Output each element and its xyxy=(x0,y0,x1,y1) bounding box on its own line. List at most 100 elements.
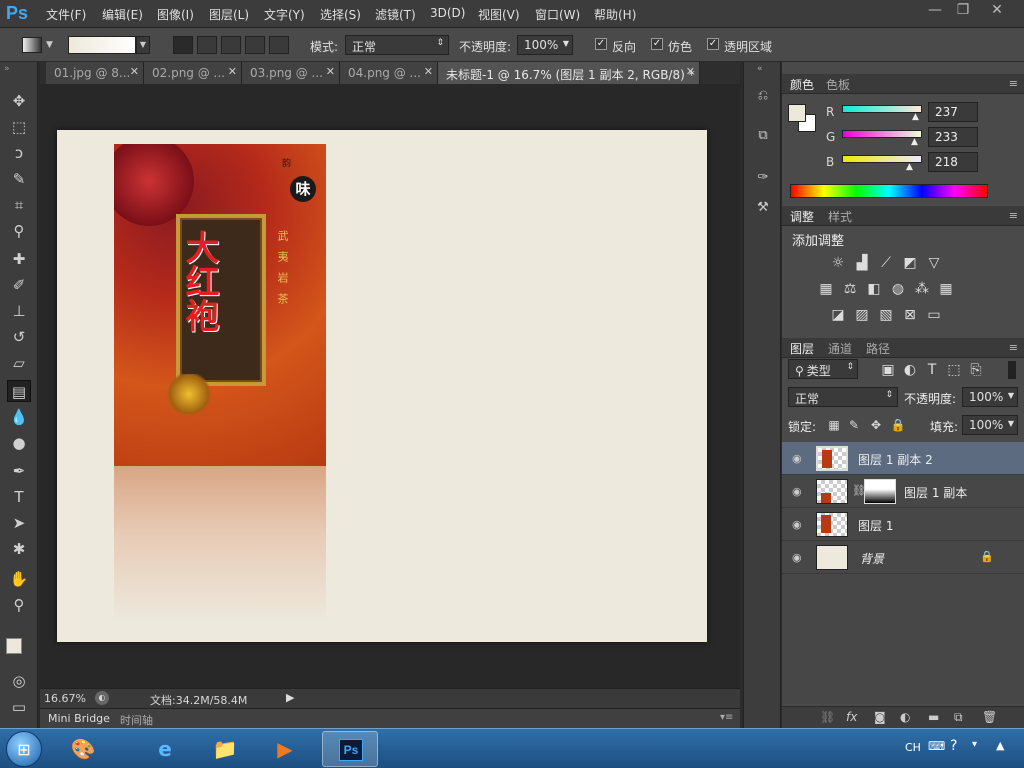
smart-object-filter-icon[interactable]: ⎘ xyxy=(966,361,986,379)
posterize-icon[interactable]: ▨ xyxy=(852,306,872,324)
layer-name[interactable]: 图层 1 xyxy=(858,517,893,534)
eye-icon[interactable]: ◉ xyxy=(792,452,802,465)
tab-mini-bridge[interactable]: Mini Bridge xyxy=(48,712,110,725)
menu-window[interactable]: 窗口(W) xyxy=(535,6,580,23)
type-tool-icon[interactable]: T xyxy=(7,486,31,508)
pen-tool-icon[interactable]: ✒ xyxy=(7,460,31,482)
r-slider-handle-icon[interactable]: ▲ xyxy=(912,112,919,122)
brightness-icon[interactable]: ☼ xyxy=(828,254,848,272)
layer-name[interactable]: 图层 1 副本 xyxy=(904,484,967,501)
tab-swatches[interactable]: 色板 xyxy=(826,76,850,93)
lock-pixels-icon[interactable]: ✎ xyxy=(844,416,864,434)
opacity-input[interactable]: 100% ▼ xyxy=(517,35,573,55)
menu-type[interactable]: 文字(Y) xyxy=(264,6,305,23)
radial-gradient-button[interactable] xyxy=(197,36,217,54)
tab-01[interactable]: 01.jpg @ 8... ✕ xyxy=(46,62,144,84)
linear-gradient-button[interactable] xyxy=(173,36,193,54)
status-info-icon[interactable]: ◐ xyxy=(95,691,109,705)
collapse-icon[interactable]: « xyxy=(757,64,763,74)
gradient-map-icon[interactable]: ⊠ xyxy=(900,306,920,324)
filter-toggle[interactable] xyxy=(1008,361,1016,379)
layer-row-copy[interactable]: ◉ ⛓ 图层 1 副本 xyxy=(782,475,1024,508)
tab-02[interactable]: 02.png @ ... ✕ xyxy=(144,62,242,84)
tab-04[interactable]: 04.png @ ... ✕ xyxy=(340,62,438,84)
lock-transparent-icon[interactable]: ▦ xyxy=(824,416,844,434)
menu-file[interactable]: 文件(F) xyxy=(46,6,86,23)
document-canvas[interactable]: 大红袍 武夷岩茶 味 韵 xyxy=(57,130,707,642)
tab-channels[interactable]: 通道 xyxy=(828,340,852,357)
layer-name[interactable]: 图层 1 副本 2 xyxy=(858,451,933,468)
lasso-tool-icon[interactable]: ↄ xyxy=(7,142,31,164)
menu-select[interactable]: 选择(S) xyxy=(320,6,361,23)
foreground-color-swatch[interactable] xyxy=(788,104,806,122)
adjustment-filter-icon[interactable]: ◐ xyxy=(900,361,920,379)
reflected-gradient-button[interactable] xyxy=(245,36,265,54)
foreground-color-swatch[interactable] xyxy=(6,638,22,654)
tray-arrow-icon[interactable]: ▾ xyxy=(972,739,977,750)
collapse-icon[interactable]: » xyxy=(4,64,10,74)
hand-tool-icon[interactable]: ✋ xyxy=(7,568,31,590)
eraser-tool-icon[interactable]: ▱ xyxy=(7,352,31,374)
menu-image[interactable]: 图像(I) xyxy=(157,6,194,23)
menu-help[interactable]: 帮助(H) xyxy=(594,6,636,23)
taskbar-photoshop-button[interactable]: Ps xyxy=(322,731,378,767)
media-player-icon[interactable]: ▶ xyxy=(260,733,310,765)
menu-3d[interactable]: 3D(D) xyxy=(430,6,465,20)
tool-preset-icon[interactable]: ⚒ xyxy=(753,200,773,220)
marquee-tool-icon[interactable]: ⬚ xyxy=(7,116,31,138)
internet-explorer-icon[interactable]: e xyxy=(140,733,190,765)
folder-icon[interactable]: 📁 xyxy=(200,733,250,765)
history-icon[interactable]: ⎌ xyxy=(753,88,773,108)
screen-mode-icon[interactable]: ▭ xyxy=(7,696,31,718)
tab-timeline[interactable]: 时间轴 xyxy=(120,712,153,728)
b-slider-handle-icon[interactable]: ▲ xyxy=(906,162,913,172)
close-icon[interactable]: ✕ xyxy=(686,65,695,78)
reverse-checkbox[interactable]: ✓ xyxy=(595,38,607,50)
lock-position-icon[interactable]: ✥ xyxy=(866,416,886,434)
tab-styles[interactable]: 样式 xyxy=(828,208,852,225)
eye-icon[interactable]: ◉ xyxy=(792,551,802,564)
panel-menu-icon[interactable]: ≡ xyxy=(1009,209,1018,222)
brush-tool-icon[interactable]: ✐ xyxy=(7,274,31,296)
gradient-picker[interactable] xyxy=(68,36,136,54)
pixel-filter-icon[interactable]: ▣ xyxy=(878,361,898,379)
layer-name[interactable]: 背景 xyxy=(860,550,884,567)
panel-menu-icon[interactable]: ▾≡ xyxy=(720,712,733,723)
panel-menu-icon[interactable]: ≡ xyxy=(1009,77,1018,90)
move-tool-icon[interactable]: ✥ xyxy=(7,90,31,112)
help-icon[interactable]: ? xyxy=(950,738,957,754)
layer-opacity-input[interactable]: 100% ▼ xyxy=(962,387,1018,407)
tab-layers[interactable]: 图层 xyxy=(790,340,814,357)
eye-icon[interactable]: ◉ xyxy=(792,518,802,531)
g-input[interactable]: 233 xyxy=(928,127,978,147)
g-slider-handle-icon[interactable]: ▲ xyxy=(911,137,918,147)
shape-tool-icon[interactable]: ✱ xyxy=(7,538,31,560)
close-icon[interactable]: ✕ xyxy=(130,65,139,78)
tab-03[interactable]: 03.png @ ... ✕ xyxy=(242,62,340,84)
quick-mask-icon[interactable]: ◎ xyxy=(7,670,31,692)
menu-edit[interactable]: 编辑(E) xyxy=(102,6,143,23)
color-ramp[interactable] xyxy=(790,184,988,198)
zoom-tool-icon[interactable]: ⚲ xyxy=(7,594,31,616)
close-icon[interactable]: ✕ xyxy=(228,65,237,78)
start-button-icon[interactable]: ⊞ xyxy=(6,731,42,767)
tab-color[interactable]: 颜色 xyxy=(790,76,814,93)
transparency-checkbox[interactable]: ✓ xyxy=(707,38,719,50)
panel-menu-icon[interactable]: ≡ xyxy=(1009,341,1018,354)
trash-icon[interactable]: 🗑 xyxy=(982,710,997,724)
language-indicator[interactable]: CH xyxy=(905,741,921,754)
layer-filter-select[interactable]: ⚲ 类型 ⇕ xyxy=(788,359,858,379)
fill-input[interactable]: 100% ▼ xyxy=(962,415,1018,435)
menu-filter[interactable]: 滤镜(T) xyxy=(375,6,416,23)
threshold-icon[interactable]: ▧ xyxy=(876,306,896,324)
layer-row-copy-2[interactable]: ◉ 图层 1 副本 2 xyxy=(782,442,1024,475)
dodge-tool-icon[interactable]: ● xyxy=(7,432,31,454)
stamp-tool-icon[interactable]: ⊥ xyxy=(7,300,31,322)
crop-tool-icon[interactable]: ⌗ xyxy=(7,194,31,216)
exposure-icon[interactable]: ◩ xyxy=(900,254,920,272)
tray-expand-icon[interactable]: ▲ xyxy=(996,739,1004,752)
shape-filter-icon[interactable]: ⬚ xyxy=(944,361,964,379)
link-layers-icon[interactable]: ⛓ xyxy=(820,710,835,724)
photo-filter-icon[interactable]: ◍ xyxy=(888,280,908,298)
close-icon[interactable]: ✕ xyxy=(424,65,433,78)
